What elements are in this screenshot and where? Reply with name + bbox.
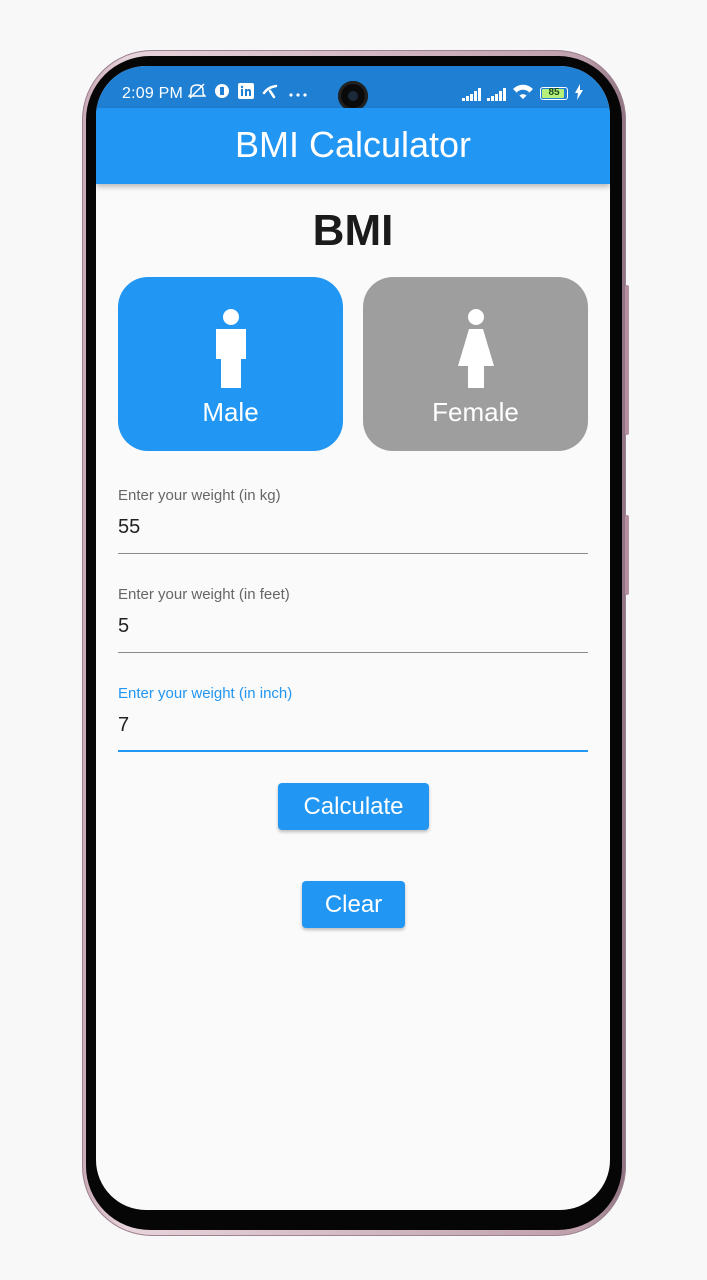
- status-notification-icons: [187, 83, 308, 103]
- status-time: 2:09 PM: [122, 85, 183, 102]
- height-inch-label: Enter your weight (in inch): [118, 685, 293, 702]
- phone-volume-button: [625, 285, 629, 435]
- app-screen: 2:09 PM 85 BMI Calculator BMI Male Femal…: [96, 66, 610, 1210]
- male-icon: [215, 309, 246, 388]
- female-card[interactable]: Female: [363, 277, 588, 451]
- front-camera: [338, 81, 368, 111]
- male-card[interactable]: Male: [118, 277, 343, 451]
- app-icon: [214, 83, 230, 103]
- clear-button[interactable]: Clear: [302, 881, 405, 928]
- weight-kg-field[interactable]: Enter your weight (in kg): [118, 487, 588, 557]
- more-icon: [288, 85, 308, 102]
- wifi-icon: [512, 84, 534, 103]
- telenor-icon: [262, 83, 280, 103]
- weight-kg-label: Enter your weight (in kg): [118, 487, 281, 504]
- female-label: Female: [432, 397, 519, 427]
- signal-icon-sim2: [487, 87, 506, 101]
- male-label: Male: [202, 397, 259, 427]
- app-bar-title: BMI Calculator: [234, 124, 472, 165]
- status-system-icons: 85: [462, 84, 584, 103]
- height-feet-field[interactable]: Enter your weight (in feet): [118, 586, 588, 656]
- calculate-button[interactable]: Calculate: [278, 783, 429, 830]
- height-feet-label: Enter your weight (in feet): [118, 586, 290, 603]
- height-feet-underline: [118, 652, 588, 653]
- height-feet-input[interactable]: [118, 608, 588, 644]
- weight-kg-input[interactable]: [118, 509, 588, 545]
- app-bar: BMI Calculator: [96, 108, 610, 184]
- height-inch-input[interactable]: [118, 707, 588, 743]
- mute-icon: [187, 83, 207, 103]
- height-inch-field[interactable]: Enter your weight (in inch): [118, 685, 588, 755]
- battery-level: 85: [548, 87, 560, 98]
- height-inch-underline: [118, 750, 588, 752]
- signal-icon-sim1: [462, 87, 481, 101]
- phone-power-button: [625, 515, 629, 595]
- female-icon: [457, 309, 494, 388]
- weight-kg-underline: [118, 553, 588, 554]
- page-heading: BMI: [312, 206, 394, 255]
- linkedin-icon: [238, 83, 254, 103]
- charging-icon: [574, 84, 584, 103]
- battery-icon: 85: [540, 87, 568, 100]
